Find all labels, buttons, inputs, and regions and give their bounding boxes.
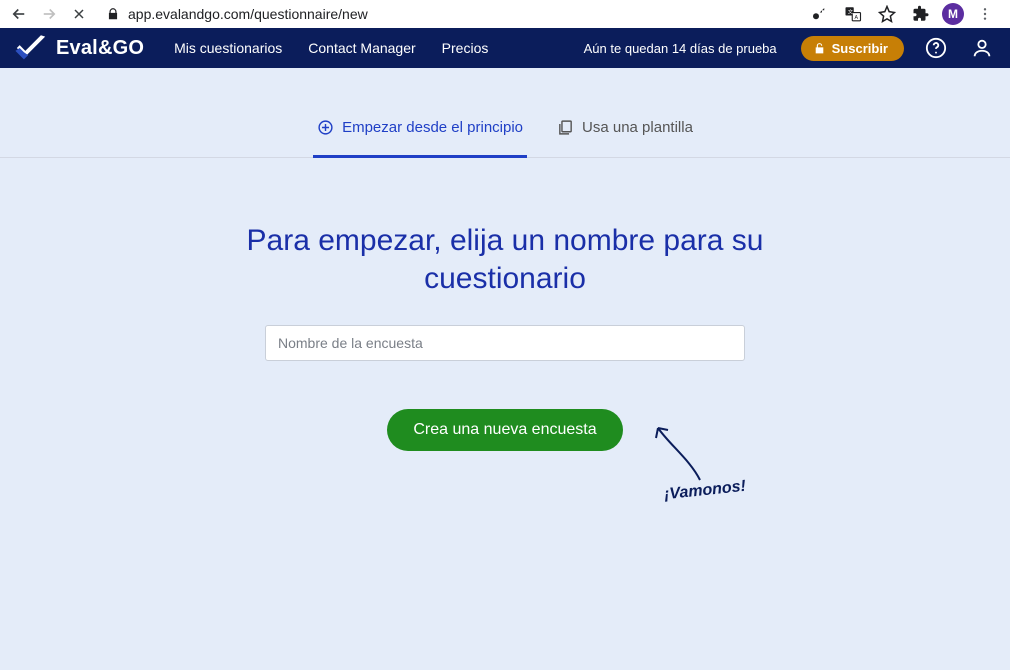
close-icon [71,6,87,22]
tab-start-from-scratch[interactable]: Empezar desde el principio [317,110,523,157]
tab-label: Empezar desde el principio [342,119,523,136]
svg-text:A: A [855,15,859,21]
lock-icon [106,7,120,21]
nav-my-surveys[interactable]: Mis cuestionarios [174,40,282,56]
nav-contact-manager[interactable]: Contact Manager [308,40,415,56]
browser-menu-button[interactable] [972,1,998,27]
brand-logo[interactable]: Eval&GO [14,35,144,61]
profile-avatar[interactable]: M [942,3,964,25]
person-icon [971,37,993,59]
curved-arrow-icon [650,420,720,490]
tab-label: Usa una plantilla [582,119,693,136]
address-bar[interactable]: app.evalandgo.com/questionnaire/new [96,6,802,22]
check-logo-icon [14,35,48,61]
bookmark-button[interactable] [874,1,900,27]
subscribe-label: Suscribir [832,41,888,56]
translate-icon-button[interactable]: 文A [840,1,866,27]
back-button[interactable] [6,1,32,27]
url-text: app.evalandgo.com/questionnaire/new [128,6,368,22]
create-survey-button[interactable]: Crea una nueva encuesta [387,409,622,451]
puzzle-icon [912,5,930,23]
key-icon [810,5,828,23]
arrow-right-icon [40,5,58,23]
star-icon [878,5,896,23]
annotation-text: ¡Vamonos! [663,478,747,504]
arrow-left-icon [10,5,28,23]
translate-icon: 文A [844,5,862,23]
vamonos-annotation: ¡Vamonos! [650,420,720,495]
subscribe-button[interactable]: Suscribir [801,36,904,61]
brand-name: Eval&GO [56,37,144,60]
trial-days-remaining: Aún te quedan 14 días de prueba [584,41,777,56]
tab-use-template[interactable]: Usa una plantilla [557,110,693,157]
nav-pricing[interactable]: Precios [442,40,489,56]
extensions-button[interactable] [908,1,934,27]
dots-vertical-icon [977,6,993,22]
avatar-initial: M [948,7,958,21]
page-content: Empezar desde el principio Usa una plant… [0,68,1010,670]
help-icon [925,37,947,59]
account-button[interactable] [968,37,996,59]
key-icon-button[interactable] [806,1,832,27]
app-header: Eval&GO Mis cuestionarios Contact Manage… [0,28,1010,68]
creation-mode-tabs: Empezar desde el principio Usa una plant… [0,68,1010,158]
unlock-icon [813,42,826,55]
help-button[interactable] [922,37,950,59]
template-icon [557,119,574,136]
forward-button[interactable] [36,1,62,27]
survey-name-input[interactable] [265,325,745,361]
browser-toolbar: app.evalandgo.com/questionnaire/new 文A M [0,0,1010,28]
page-heading: Para empezar, elija un nombre para su cu… [225,222,785,297]
stop-button[interactable] [66,1,92,27]
plus-circle-icon [317,119,334,136]
